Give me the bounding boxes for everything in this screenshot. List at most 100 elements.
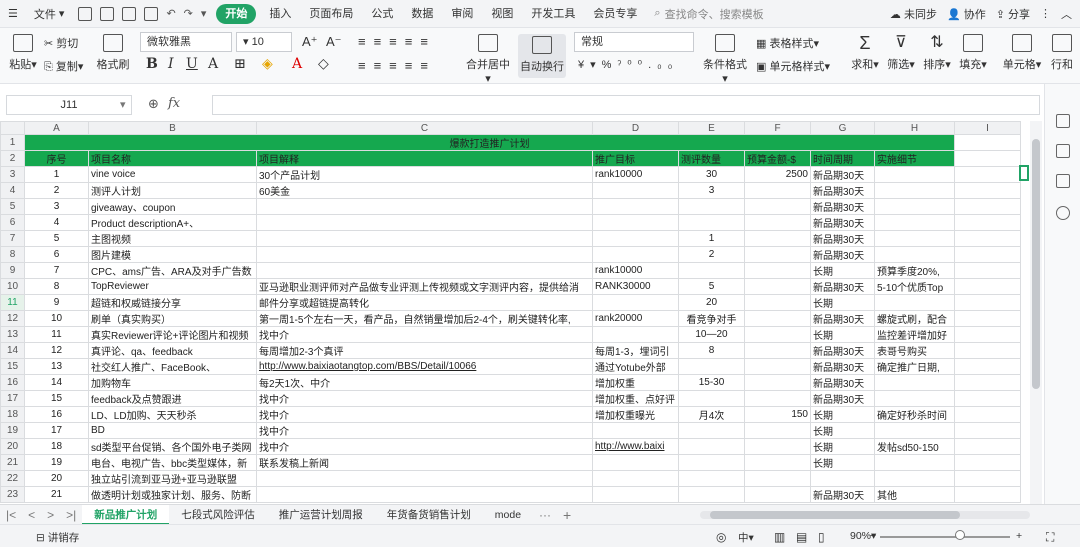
cell[interactable]: 确定好秒杀时间 (874, 406, 955, 423)
cell[interactable] (954, 406, 1021, 423)
header-cell[interactable]: 预算金额-$ (744, 150, 811, 167)
cell[interactable]: 长期 (810, 406, 875, 423)
cell[interactable] (256, 198, 593, 215)
cell[interactable]: 图片建模 (88, 246, 257, 263)
menu-tab[interactable]: 公式 (362, 0, 402, 28)
fill-button[interactable]: 填充▾ (958, 34, 988, 72)
cell[interactable] (592, 470, 679, 487)
cell[interactable]: 增加权重、点好评 (592, 390, 679, 407)
cell[interactable]: 长期 (810, 262, 875, 279)
font-name-select[interactable]: 微软雅黑 (140, 32, 232, 52)
cell[interactable] (874, 294, 955, 311)
sheet-title[interactable]: 爆款打造推广计划 (24, 134, 955, 151)
cell[interactable] (256, 246, 593, 263)
cell[interactable]: 3 (24, 198, 89, 215)
row-header[interactable]: 19 (0, 422, 25, 439)
cell[interactable]: 预算季度20%, (874, 262, 955, 279)
cell[interactable] (744, 214, 811, 231)
cell[interactable]: CPC、ams广告、ARA及对手广告数 (88, 262, 257, 279)
cell[interactable] (592, 230, 679, 247)
underline-icon[interactable]: U (186, 56, 198, 72)
menu-tab[interactable]: 审阅 (442, 0, 482, 28)
cell[interactable] (954, 454, 1021, 471)
pointer-icon[interactable] (1056, 114, 1070, 128)
cell[interactable] (954, 390, 1021, 407)
cell[interactable] (954, 358, 1021, 375)
cell[interactable] (954, 374, 1021, 391)
cell[interactable]: 1 (24, 166, 89, 183)
cell[interactable] (874, 198, 955, 215)
menu-tab[interactable]: 会员专享 (584, 0, 646, 28)
cell[interactable] (256, 214, 593, 231)
cell[interactable]: 60美金 (256, 182, 593, 199)
export-icon[interactable] (100, 6, 115, 21)
cell[interactable] (744, 246, 811, 263)
cell[interactable]: 16 (24, 406, 89, 423)
cell[interactable] (954, 310, 1021, 327)
menu-tab[interactable]: 开始 (216, 3, 257, 24)
cell[interactable] (874, 230, 955, 247)
sheet-tab[interactable]: 七段式风险评估 (169, 505, 267, 525)
cell[interactable]: 7 (24, 262, 89, 279)
cell[interactable] (678, 454, 745, 471)
clear-format-icon[interactable]: ◇ (318, 56, 329, 72)
cell[interactable]: 新品期30天 (810, 214, 875, 231)
cell[interactable] (744, 326, 811, 343)
cell[interactable]: 刷单（真实购买） (88, 310, 257, 327)
cell[interactable]: 加购物车 (88, 374, 257, 391)
cell[interactable]: 5-10个优质Top (874, 278, 955, 295)
cell[interactable] (954, 182, 1021, 199)
cell[interactable] (744, 374, 811, 391)
cell[interactable] (954, 166, 1021, 183)
cell[interactable]: 2500 (744, 166, 811, 183)
cell[interactable]: 150 (744, 406, 811, 423)
cell[interactable]: BD (88, 422, 257, 439)
cell[interactable]: http://www.baixi (592, 438, 679, 455)
sheet-tab[interactable]: mode (483, 505, 533, 525)
cell[interactable]: feedback及点赞跟进 (88, 390, 257, 407)
sheet-tab[interactable]: 年货备货销售计划 (375, 505, 483, 525)
name-box[interactable]: J11 (6, 95, 132, 115)
menu-tab[interactable]: 页面布局 (300, 0, 362, 28)
font-color-icon[interactable]: A (292, 56, 302, 72)
cell[interactable]: 超链和权威链接分享 (88, 294, 257, 311)
cell[interactable] (954, 230, 1021, 247)
cell[interactable] (954, 470, 1021, 487)
column-header[interactable]: G (810, 121, 875, 135)
cell[interactable]: 社交红人推广、FaceBook、 (88, 358, 257, 375)
cell[interactable]: 邮件分享或超链提高转化 (256, 294, 593, 311)
format-painter-button[interactable]: 格式刷 (96, 34, 130, 72)
cell[interactable] (744, 454, 811, 471)
cell[interactable] (954, 486, 1021, 503)
row-header[interactable]: 17 (0, 390, 25, 407)
prev-sheet-icon[interactable]: < (22, 508, 41, 522)
cell[interactable] (874, 422, 955, 439)
italic-icon[interactable]: I (168, 56, 174, 72)
cell[interactable] (874, 470, 955, 487)
column-header[interactable]: C (256, 121, 593, 135)
menu-tab[interactable]: 视图 (482, 0, 522, 28)
cell[interactable]: 独立站引流到亚马逊+亚马逊联盟 (88, 470, 257, 487)
cell[interactable]: 长期 (810, 326, 875, 343)
header-cell[interactable]: 实施细节 (874, 150, 955, 167)
cell[interactable] (744, 230, 811, 247)
cell[interactable]: 30个产品计划 (256, 166, 593, 183)
cell[interactable]: 15-30 (678, 374, 745, 391)
cell[interactable] (678, 358, 745, 375)
cell[interactable] (678, 262, 745, 279)
menu-tab[interactable]: 插入 (260, 0, 300, 28)
cell[interactable] (592, 326, 679, 343)
sheet-tab[interactable]: 新品推广计划 (82, 504, 170, 525)
decrease-font-icon[interactable]: A⁻ (326, 34, 342, 50)
vertical-scrollbar[interactable] (1030, 121, 1042, 504)
horizontal-align-group[interactable]: ≡≡≡≡≡ (358, 58, 436, 73)
cell-style-button[interactable]: ▣ 单元格样式▾ (756, 58, 830, 74)
cell[interactable]: 找中介 (256, 390, 593, 407)
cell[interactable]: 月4次 (678, 406, 745, 423)
share-button[interactable]: ⇪ 分享 (996, 6, 1030, 22)
save-icon[interactable] (78, 6, 93, 21)
page-layout-icon[interactable]: ▤ (796, 530, 807, 544)
cell[interactable]: 长期 (810, 294, 875, 311)
cell-button[interactable]: 单元格▾ (1002, 34, 1042, 72)
wrap-text-button[interactable]: 自动换行 (518, 34, 566, 78)
